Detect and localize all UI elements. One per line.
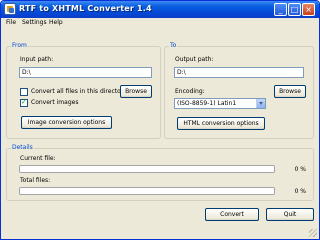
current-file-percent: 0 % [294, 166, 306, 173]
html-options-button[interactable]: HTML conversion options [177, 117, 265, 130]
to-legend: To [169, 42, 178, 49]
title-bar[interactable]: RTF to XHTML Converter 1.4 _ □ × [1, 1, 319, 18]
maximize-button[interactable]: □ [288, 3, 301, 16]
output-browse-button[interactable]: Browse [274, 85, 306, 98]
convert-images-checkbox[interactable] [20, 98, 28, 107]
output-path-field[interactable]: D:\ [174, 67, 304, 78]
details-legend: Details [11, 144, 34, 151]
input-path-label: Input path: [20, 56, 54, 63]
encoding-select[interactable]: (ISO-8859-1) Latin1 [174, 98, 266, 109]
quit-button[interactable]: Quit [266, 208, 314, 221]
image-options-button[interactable]: Image conversion options [21, 116, 112, 129]
convert-images-label[interactable]: Convert images [31, 99, 78, 106]
window-title: RTF to XHTML Converter 1.4 [19, 4, 152, 13]
convert-all-label[interactable]: Convert all files in this directory [31, 88, 127, 95]
minimize-button[interactable]: _ [274, 3, 287, 16]
input-path-field[interactable]: D:\ [19, 67, 152, 78]
resize-grip-icon[interactable] [309, 229, 317, 237]
close-button[interactable]: × [302, 3, 315, 16]
total-files-progress [19, 187, 275, 195]
encoding-value: (ISO-8859-1) Latin1 [177, 100, 237, 107]
from-legend: From [11, 42, 28, 49]
input-browse-button[interactable]: Browse [120, 85, 152, 98]
encoding-label: Encoding: [175, 88, 205, 95]
menu-help[interactable]: Help [49, 19, 63, 26]
total-files-label: Total files: [20, 177, 51, 184]
convert-button[interactable]: Convert [205, 208, 259, 221]
menu-file[interactable]: File [6, 19, 16, 26]
output-path-label: Output path: [175, 56, 214, 63]
current-file-label: Current file: [20, 155, 56, 162]
convert-all-checkbox[interactable] [20, 88, 28, 96]
app-window: RTF to XHTML Converter 1.4 _ □ × File Se… [0, 0, 320, 240]
current-file-progress [19, 165, 275, 173]
chevron-down-icon[interactable] [256, 99, 265, 108]
total-files-percent: 0 % [294, 188, 306, 195]
menu-bar: File Settings Help [1, 18, 319, 30]
menu-settings[interactable]: Settings [22, 19, 47, 26]
app-icon[interactable] [4, 3, 16, 15]
